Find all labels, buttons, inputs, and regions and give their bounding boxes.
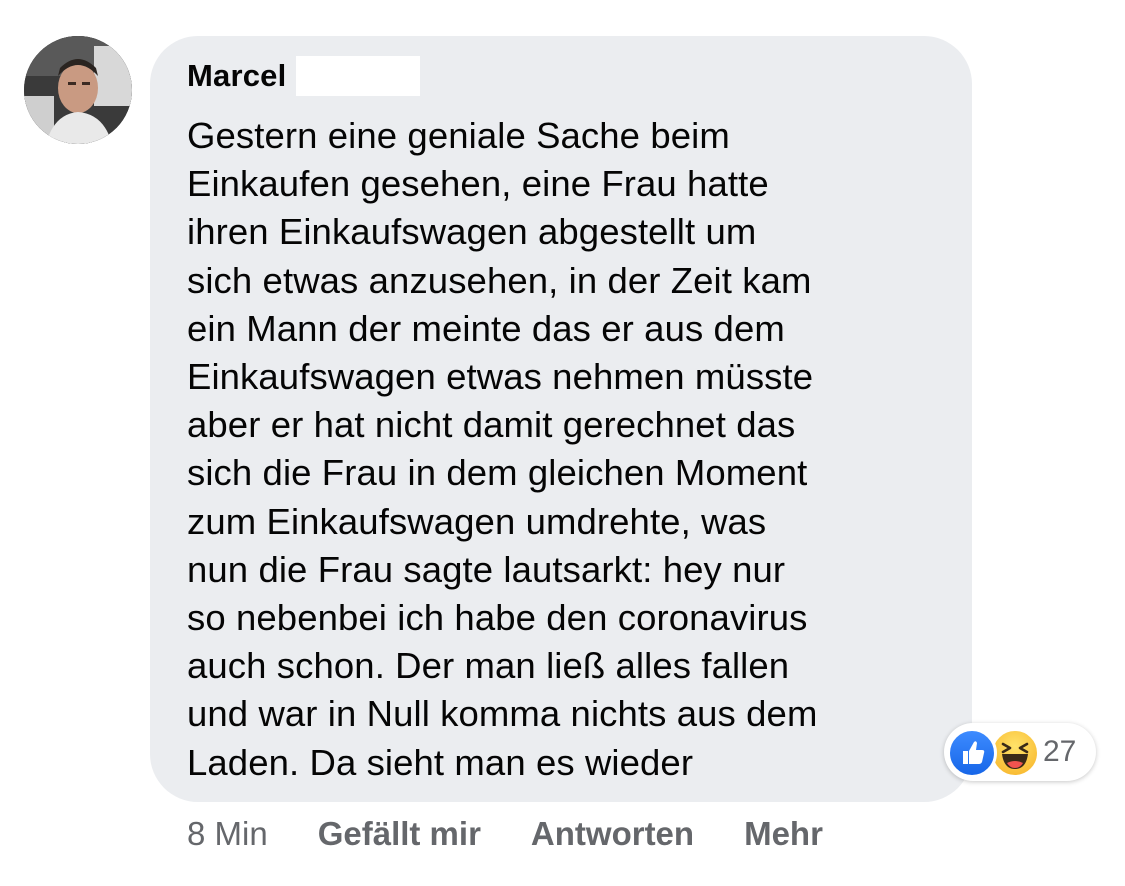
comment-timestamp[interactable]: 8 Min xyxy=(187,815,268,853)
reactions-summary[interactable]: 27 xyxy=(944,723,1096,781)
reply-button[interactable]: Antworten xyxy=(531,815,694,853)
haha-icon xyxy=(990,728,1040,778)
author-name[interactable]: Marcel xyxy=(187,58,286,94)
comment-bubble: Marcel Gestern eine geniale Sache beim E… xyxy=(150,36,972,802)
like-button[interactable]: Gefällt mir xyxy=(318,815,481,853)
like-icon xyxy=(947,728,997,778)
more-button[interactable]: Mehr xyxy=(744,815,823,853)
author-row: Marcel xyxy=(187,56,942,96)
name-redaction xyxy=(296,56,421,96)
comment-text: Gestern eine geniale Sache beim Einkaufe… xyxy=(187,115,818,783)
comment-actions: 8 Min Gefällt mir Antworten Mehr xyxy=(187,812,823,856)
reaction-count: 27 xyxy=(1043,735,1077,768)
reaction-icons xyxy=(947,725,1043,779)
avatar[interactable] xyxy=(24,36,132,144)
